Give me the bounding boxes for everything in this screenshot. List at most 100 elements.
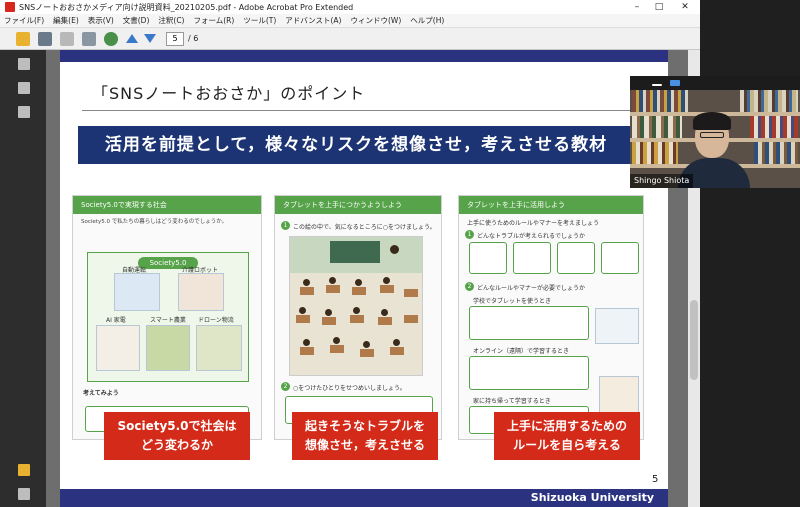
title-bar: SNSノートおおさかメディア向け説明資料_20210205.pdf - Adob… — [0, 0, 700, 14]
sub-question-a: 学校でタブレットを使うとき — [473, 298, 552, 305]
slide-banner: 活用を前提として，様々なリスクを想像させ，考えさせる教材 — [78, 126, 634, 164]
pdf-icon — [5, 2, 15, 12]
desk — [360, 349, 374, 357]
books — [632, 142, 678, 164]
books — [632, 116, 682, 138]
scrollbar-thumb[interactable] — [690, 300, 698, 380]
idea-box — [601, 242, 639, 274]
menu-tools[interactable]: ツール(T) — [243, 15, 276, 26]
open-folder-icon[interactable] — [16, 31, 30, 46]
slide-title: 「SNSノートおおさか」のポイント — [92, 84, 366, 103]
student-figure — [353, 307, 360, 314]
navigation-panel — [0, 50, 46, 507]
desk — [404, 289, 418, 297]
answer-box — [469, 356, 589, 390]
participant-video[interactable]: Shingo Shiota — [630, 76, 800, 188]
care-robot-image — [178, 273, 224, 311]
drone-image — [196, 325, 242, 371]
autonomous-car-image — [114, 273, 160, 311]
desk — [380, 285, 394, 293]
signatures-icon[interactable] — [18, 106, 30, 118]
panel-header: タブレットを上手につかうようしよう — [275, 196, 441, 214]
home-study-image — [599, 376, 639, 416]
toolbar: 5 / 6 — [0, 28, 700, 50]
panel-society50: Society5.0で実現する社会 Society5.0 で私たちの暮らしはどう… — [72, 195, 262, 440]
video-layout-icon[interactable] — [670, 80, 680, 86]
page-total: / 6 — [188, 34, 199, 43]
person-hair — [693, 112, 731, 130]
menu-advanced[interactable]: アドバンスト(A) — [285, 15, 341, 26]
acrobat-window: SNSノートおおさかメディア向け説明資料_20210205.pdf - Adob… — [0, 0, 700, 507]
desk — [352, 287, 366, 295]
menu-document[interactable]: 文書(D) — [123, 15, 150, 26]
student-figure — [333, 337, 340, 344]
glasses — [700, 132, 724, 138]
students-tablet-image — [595, 308, 639, 344]
student-figure — [325, 309, 332, 316]
society50-box: Society5.0 自動運転 介護ロボット AI 家電 スマート農業 ドローン… — [87, 252, 249, 382]
title-underline — [82, 110, 637, 111]
previous-page-icon[interactable] — [126, 34, 138, 43]
student-figure — [383, 277, 390, 284]
slide-page-number: 5 — [652, 474, 659, 485]
books — [754, 142, 798, 164]
caption-drone: ドローン物流 — [198, 317, 234, 324]
menu-comments[interactable]: 注釈(C) — [158, 15, 184, 26]
desk — [330, 345, 344, 353]
classroom-illustration — [289, 236, 423, 376]
teacher-figure — [390, 245, 399, 254]
sub-question-b: オンライン（遠隔）で学習するとき — [473, 348, 570, 355]
question-number-1: 1 — [465, 230, 474, 239]
slide-page: 「SNSノートおおさか」のポイント 活用を前提として，様々なリスクを想像させ，考… — [60, 50, 668, 507]
pages-icon[interactable] — [18, 58, 30, 70]
email-icon[interactable] — [82, 31, 96, 46]
desk — [378, 317, 392, 325]
print-icon[interactable] — [38, 31, 52, 46]
minimize-button[interactable]: – — [626, 0, 648, 14]
student-figure — [299, 307, 306, 314]
menu-view[interactable]: 表示(V) — [88, 15, 114, 26]
menu-bar: ファイル(F) 編集(E) 表示(V) 文書(D) 注釈(C) フォーム(R) … — [0, 14, 700, 28]
student-figure — [329, 277, 336, 284]
panel-tablet-trouble: タブレットを上手につかうようしよう 1 この絵の中で、気になるところに○をつけま… — [274, 195, 442, 440]
question-number-1: 1 — [281, 221, 290, 230]
attachments-icon[interactable] — [18, 82, 30, 94]
menu-window[interactable]: ウィンドウ(W) — [350, 15, 401, 26]
label-line: どう変わるか — [140, 438, 213, 452]
question-1: どんなトラブルが考えられるでしょうか — [477, 233, 586, 240]
page-number-input[interactable]: 5 — [166, 31, 184, 46]
desk — [390, 347, 404, 355]
ai-appliance-image — [96, 325, 140, 371]
paperclip-icon[interactable] — [18, 488, 30, 500]
student-figure — [355, 279, 362, 286]
window-title: SNSノートおおさかメディア向け説明資料_20210205.pdf - Adob… — [19, 2, 354, 12]
collaborate-icon[interactable] — [104, 31, 118, 46]
desk — [300, 287, 314, 295]
student-figure — [303, 339, 310, 346]
question-1: この絵の中で、気になるところに○をつけましょう。 — [293, 224, 436, 231]
desk — [404, 315, 418, 323]
maximize-button[interactable]: □ — [648, 0, 670, 14]
caption-ai-appliance: AI 家電 — [106, 317, 126, 324]
menu-help[interactable]: ヘルプ(H) — [410, 15, 444, 26]
think-label: 考えてみよう — [83, 390, 119, 397]
menu-file[interactable]: ファイル(F) — [4, 15, 44, 26]
label-line: 想像させ，考えさせる — [304, 438, 425, 452]
video-header — [630, 76, 800, 90]
slide-footer: Shizuoka University — [60, 489, 668, 507]
desk — [326, 285, 340, 293]
red-label-rules: 上手に活用するための ルールを自ら考える — [494, 412, 640, 460]
minimize-video-icon[interactable] — [652, 84, 662, 86]
red-label-society: Society5.0で社会は どう変わるか — [104, 412, 250, 460]
question-number-2: 2 — [465, 282, 474, 291]
caption-autonomous: 自動運転 — [122, 267, 147, 274]
close-button[interactable]: ✕ — [674, 0, 696, 14]
desk — [300, 347, 314, 355]
next-page-icon[interactable] — [144, 34, 156, 43]
comment-icon[interactable] — [18, 464, 30, 476]
menu-forms[interactable]: フォーム(R) — [193, 15, 234, 26]
sub-question-c: 家に持ち帰って学習するとき — [473, 398, 551, 405]
menu-edit[interactable]: 編集(E) — [53, 15, 79, 26]
books — [740, 90, 798, 112]
save-icon[interactable] — [60, 31, 74, 46]
